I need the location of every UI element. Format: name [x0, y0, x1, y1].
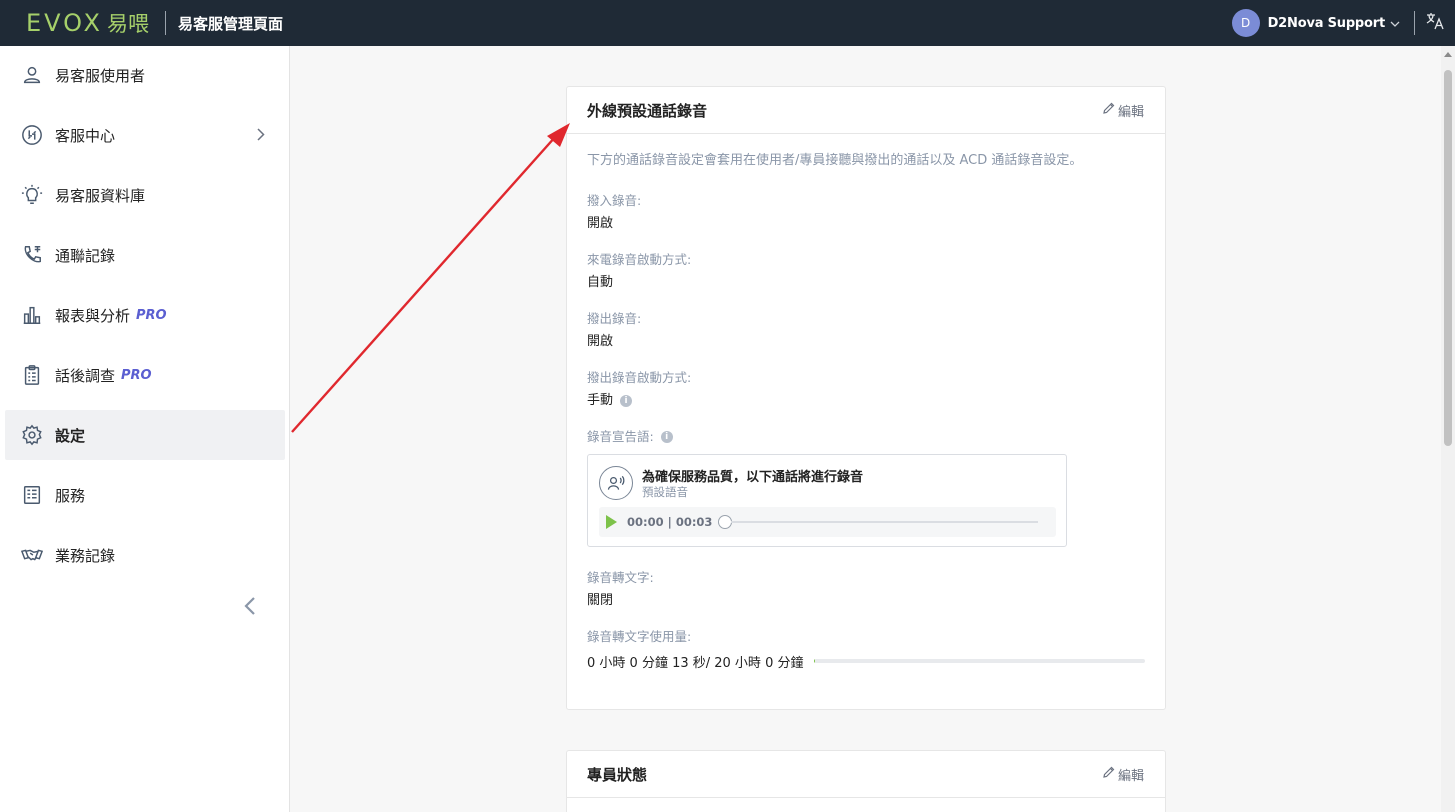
card-body: 下方的通話錄音設定會套用在使用者/專員接聽與撥出的通話以及 ACD 通話錄音設定… — [567, 134, 1165, 671]
announcement-subtitle: 預設語音 — [642, 485, 688, 499]
transcription-label: 錄音轉文字: — [587, 570, 654, 585]
usage-progress-bar — [814, 659, 1145, 663]
agent-status-card: 專員狀態 編輯 — [566, 750, 1166, 812]
edit-button[interactable]: 編輯 — [1103, 765, 1144, 784]
outbound-trigger-value: 手動 — [587, 393, 614, 408]
outbound-recording-value: 開啟 — [587, 334, 614, 349]
card-header: 外線預設通話錄音 編輯 — [567, 87, 1165, 134]
sidebar-item-label: 易客服資料庫 — [55, 186, 146, 205]
sidebar-item-label: 報表與分析 — [55, 306, 131, 325]
scroll-thumb[interactable] — [1444, 70, 1452, 446]
play-icon[interactable] — [606, 515, 617, 529]
sidebar-item-label: 易客服使用者 — [55, 66, 146, 85]
gear-icon — [20, 423, 44, 447]
info-icon[interactable]: i — [620, 395, 633, 407]
logo-text: EVOX — [26, 9, 103, 37]
sidebar-item-knowledge-base[interactable]: 易客服資料庫 — [5, 170, 285, 220]
transcription-value: 關閉 — [587, 593, 614, 608]
outbound-recording-label: 撥出錄音: — [587, 311, 642, 326]
inbound-trigger-value: 自動 — [587, 275, 614, 290]
announcement-label: 錄音宣告語: — [587, 429, 654, 444]
outbound-trigger-row: 手動 i — [587, 392, 1145, 410]
sidebar-item-label: 客服中心 — [55, 126, 116, 145]
topbar-divider — [164, 11, 166, 35]
outbound-trigger-label: 撥出錄音啟動方式: — [587, 370, 692, 385]
edit-button[interactable]: 編輯 — [1103, 101, 1144, 120]
sidebar-item-label: 業務記錄 — [55, 546, 116, 565]
page-scrollbar[interactable] — [1441, 46, 1455, 812]
usage-row: 0 小時 0 分鐘 13 秒/ 20 小時 0 分鐘 — [587, 651, 1145, 671]
scroll-up-arrow-icon[interactable] — [1444, 52, 1452, 57]
pencil-icon — [1103, 102, 1115, 118]
topbar-right-divider — [1414, 11, 1415, 35]
edit-label: 編輯 — [1117, 104, 1144, 120]
card-description: 下方的通話錄音設定會套用在使用者/專員接聽與撥出的通話以及 ACD 通話錄音設定… — [587, 153, 1083, 168]
inbound-recording-label: 撥入錄音: — [587, 193, 642, 208]
chevron-left-icon — [244, 597, 255, 615]
service-doc-icon — [20, 483, 44, 507]
audio-seek-bar[interactable] — [731, 521, 1038, 523]
sidebar-item-label: 設定 — [55, 426, 86, 445]
user-icon — [20, 63, 44, 87]
chevron-down-icon[interactable] — [1390, 17, 1400, 30]
sidebar-item-settings[interactable]: 設定 — [5, 410, 285, 460]
top-bar: EVOX 易喂 易客服管理頁面 D D2Nova Support — [0, 0, 1455, 46]
announcement-label-row: 錄音宣告語: i — [587, 428, 1145, 446]
audio-seek-handle[interactable] — [718, 515, 733, 529]
user-name[interactable]: D2Nova Support — [1268, 16, 1386, 31]
lightbulb-icon — [20, 183, 44, 207]
bar-chart-icon — [20, 303, 44, 327]
card-title: 專員狀態 — [587, 765, 648, 784]
announcement-title: 為確保服務品質，以下通話將進行錄音 — [642, 470, 864, 485]
call-center-icon — [20, 123, 44, 147]
inbound-recording-value: 開啟 — [587, 216, 614, 231]
page-title: 易客服管理頁面 — [177, 14, 283, 33]
audio-time: 00:00 | 00:03 — [627, 515, 713, 529]
main-content: 外線預設通話錄音 編輯 下方的通話錄音設定會套用在使用者/專員接聽與撥出的通話以… — [291, 46, 1441, 812]
sidebar-item-label: 通聯記錄 — [55, 246, 116, 265]
recording-settings-card: 外線預設通話錄音 編輯 下方的通話錄音設定會套用在使用者/專員接聽與撥出的通話以… — [566, 86, 1166, 710]
call-log-icon — [20, 243, 44, 267]
card-header: 專員狀態 編輯 — [567, 751, 1165, 798]
inbound-trigger-label: 來電錄音啟動方式: — [587, 252, 692, 267]
evox-logo[interactable]: EVOX 易喂 — [26, 8, 149, 38]
usage-text: 0 小時 0 分鐘 13 秒/ 20 小時 0 分鐘 — [587, 655, 804, 671]
sidebar-item-survey[interactable]: 話後調查 PRO — [5, 350, 285, 400]
avatar[interactable]: D — [1231, 9, 1260, 37]
sidebar-item-label: 服務 — [55, 486, 86, 505]
card-title: 外線預設通話錄音 — [587, 101, 708, 120]
voice-speaker-icon — [599, 466, 633, 500]
handshake-icon — [20, 543, 44, 567]
logo-cn-text: 易喂 — [106, 12, 149, 36]
info-icon[interactable]: i — [660, 431, 673, 443]
edit-label: 編輯 — [1117, 768, 1144, 784]
audio-player: 00:00 | 00:03 — [599, 507, 1056, 537]
pro-badge: PRO — [136, 307, 167, 323]
usage-label: 錄音轉文字使用量: — [587, 629, 692, 644]
sidebar-item-users[interactable]: 易客服使用者 — [5, 50, 285, 100]
sidebar-item-service[interactable]: 服務 — [5, 470, 285, 520]
announcement-voice-box: 為確保服務品質，以下通話將進行錄音 預設語音 00:00 | 00:03 — [587, 454, 1067, 547]
sidebar-item-call-log[interactable]: 通聯記錄 — [5, 230, 285, 280]
language-icon[interactable] — [1425, 11, 1445, 35]
sidebar-item-label: 話後調查 — [55, 366, 116, 385]
sidebar: 易客服使用者 客服中心 易客服資料庫 通聯記錄 報表與分析 PRO 話後調查 P… — [0, 46, 290, 812]
sidebar-item-business-records[interactable]: 業務記錄 — [5, 530, 285, 580]
collapse-sidebar-button[interactable] — [240, 594, 260, 618]
survey-clipboard-icon — [20, 363, 44, 387]
sidebar-item-call-center[interactable]: 客服中心 — [5, 110, 285, 160]
topbar-right: D D2Nova Support — [1231, 0, 1455, 46]
pencil-icon — [1103, 766, 1115, 782]
sidebar-item-reports[interactable]: 報表與分析 PRO — [5, 290, 285, 340]
pro-badge: PRO — [121, 367, 152, 383]
chevron-right-icon — [257, 125, 265, 146]
